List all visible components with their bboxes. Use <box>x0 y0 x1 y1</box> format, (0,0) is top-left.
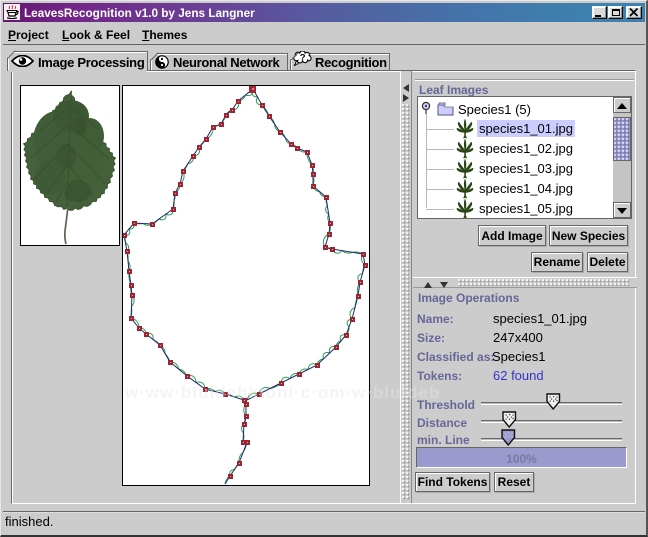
svg-text:?: ? <box>300 52 306 63</box>
